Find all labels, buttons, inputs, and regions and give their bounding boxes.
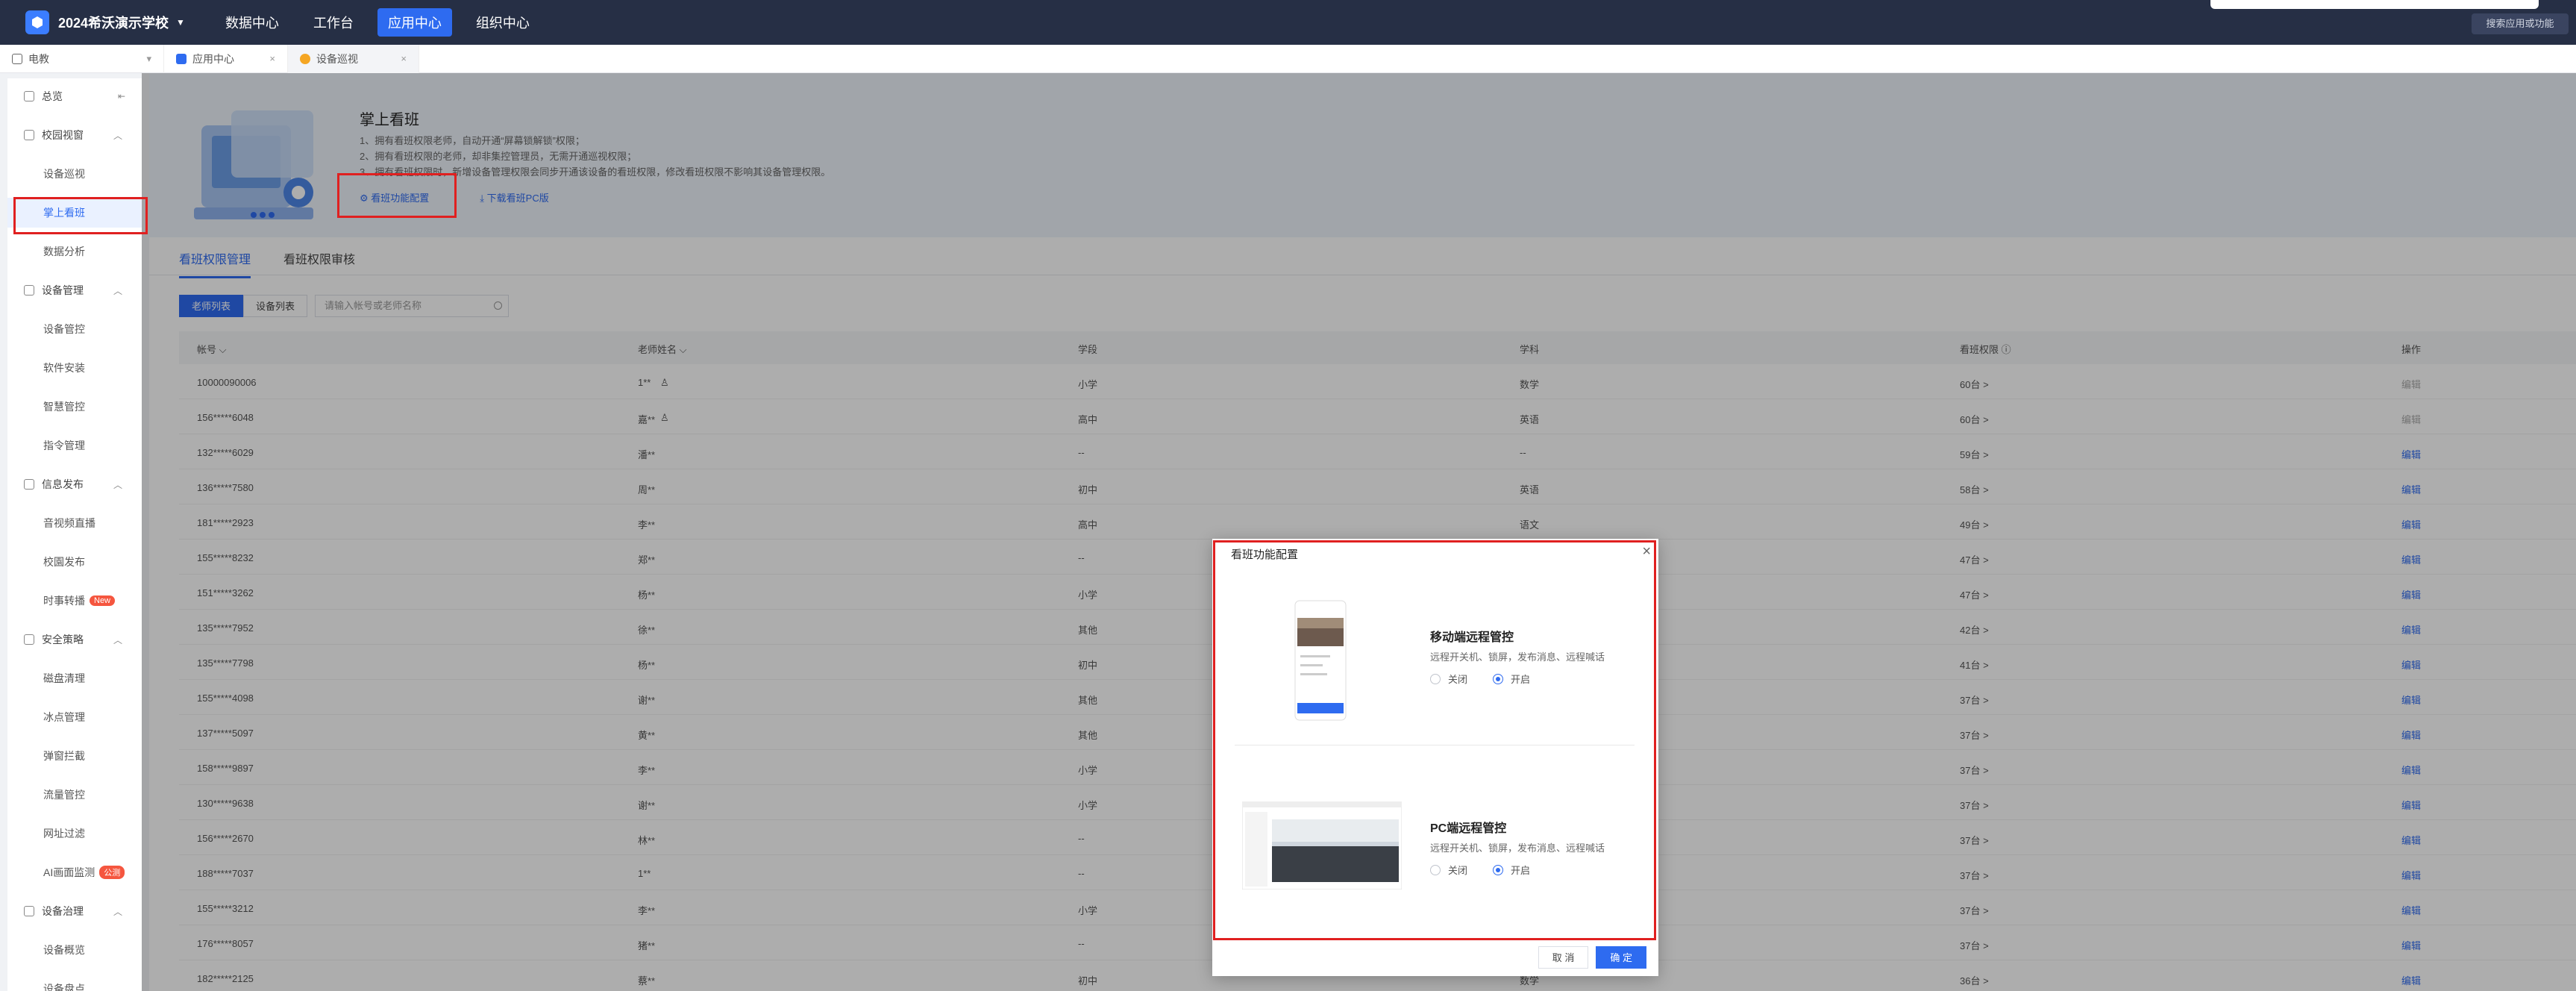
sidebar-item-url-filter[interactable]: 网址过滤 (7, 819, 142, 848)
highlight-box-sidebar (13, 197, 148, 234)
sidebar-item-software-install[interactable]: 软件安装 (7, 353, 142, 383)
confirm-button[interactable]: 确 定 (1596, 946, 1646, 969)
sidebar-overview[interactable]: 总览 ⇤ (7, 81, 142, 111)
sidebar-item-device-control[interactable]: 设备管控 (7, 314, 142, 344)
sidebar-item-popup-block[interactable]: 弹窗拦截 (7, 741, 142, 771)
sidebar-item-label: 设备治理 (42, 905, 84, 917)
grid-icon (176, 53, 187, 64)
sidebar-item-command-mgmt[interactable]: 指令管理 (7, 431, 142, 460)
highlight-box-config-link (337, 173, 457, 218)
tab-label: 设备巡视 (316, 52, 358, 65)
close-icon[interactable]: × (401, 53, 407, 64)
tab-label: 应用中心 (192, 52, 234, 65)
sidebar-item-label: 信息发布 (42, 478, 84, 490)
sidebar-item-label: 设备巡视 (43, 168, 85, 180)
sidebar-group-device-mgmt[interactable]: 设备管理 ︿ (7, 275, 142, 305)
sidebar-item-label: 时事转播 (43, 595, 85, 607)
sidebar-group-info-publish[interactable]: 信息发布 ︿ (7, 469, 142, 499)
sidebar-item-device-inventory[interactable]: 设备盘点 (7, 974, 142, 991)
new-badge: New (90, 595, 116, 606)
sidebar-item-label: 校園发布 (43, 556, 85, 568)
dialog-footer: 取 消 确 定 (1531, 946, 1646, 969)
tab-label: 电教 (28, 52, 49, 65)
chevron-up-icon: ︿ (113, 285, 122, 296)
sidebar-item-live-stream[interactable]: 音视频直播 (7, 508, 142, 538)
sidebar-group-campus-view[interactable]: 校园视窗 ︿ (7, 120, 142, 150)
sidebar-item-label: 安全策略 (42, 634, 84, 645)
sidebar-item-label: 流量管控 (43, 789, 85, 801)
sidebar-item-label: 智慧管控 (43, 401, 85, 413)
school-logo-icon (25, 10, 49, 34)
shield-icon (24, 634, 34, 645)
sidebar-item-label: 设备盘点 (43, 983, 85, 991)
tab-device-patrol[interactable]: 设备巡视 × (288, 44, 419, 73)
chevron-down-icon[interactable]: ▾ (146, 53, 151, 65)
sidebar-item-smart-control[interactable]: 智慧管控 (7, 392, 142, 422)
chevron-up-icon: ︿ (113, 634, 122, 645)
sidebar-item-label: 软件安装 (43, 362, 85, 374)
nav-workbench[interactable]: 工作台 (303, 8, 364, 37)
collapse-sidebar-icon[interactable]: ⇤ (118, 91, 125, 101)
eye-icon (300, 53, 310, 64)
caret-down-icon: ▼ (176, 17, 185, 28)
sidebar-item-label: 磁盘清理 (43, 672, 85, 684)
page-tab-bar: 电教 ▾ 应用中心 × 设备巡视 × (0, 44, 2576, 73)
beta-badge: 公测 (99, 866, 125, 879)
top-popup-panel (2210, 0, 2539, 9)
nav-data-center[interactable]: 数据中心 (215, 8, 289, 37)
cancel-button[interactable]: 取 消 (1538, 946, 1589, 969)
chevron-up-icon: ︿ (113, 479, 122, 490)
sidebar-item-news-relay[interactable]: 时事转播 New (7, 586, 142, 616)
sidebar-item-label: 指令管理 (43, 440, 85, 451)
sidebar-item-label: 设备管控 (43, 323, 85, 335)
app-search-input[interactable]: 搜索应用或功能 (2472, 13, 2569, 34)
sidebar-item-disk-cleanup[interactable]: 磁盘清理 (7, 663, 142, 693)
sidebar-item-label: 网址过滤 (43, 828, 85, 840)
governance-icon (24, 906, 34, 916)
nav-app-center[interactable]: 应用中心 (377, 8, 452, 37)
tab-dianjiao[interactable]: 电教 ▾ (0, 44, 164, 73)
sidebar-item-device-overview[interactable]: 设备概览 (7, 935, 142, 965)
top-bar: 2024希沃演示学校 ▼ 数据中心 工作台 应用中心 组织中心 搜索应用或功能 (0, 0, 2576, 45)
sidebar-item-label: 弹窗拦截 (43, 750, 85, 762)
chevron-up-icon: ︿ (113, 130, 122, 141)
highlight-box-dialog (1213, 540, 1656, 940)
sidebar-group-security[interactable]: 安全策略 ︿ (7, 625, 142, 654)
sidebar-item-label: AI画面监测 (43, 866, 95, 878)
sidebar-item-label: 设备概览 (43, 944, 85, 956)
sidebar-item-ai-monitor[interactable]: AI画面监测 公测 (7, 857, 142, 887)
sidebar-item-freeze-mgmt[interactable]: 冰点管理 (7, 702, 142, 732)
monitor-icon (12, 53, 22, 64)
sidebar-item-label: 数据分析 (43, 246, 85, 257)
sidebar-item-label: 总览 (42, 90, 63, 102)
sidebar-item-data-analysis[interactable]: 数据分析 (7, 237, 142, 266)
sidebar-item-label: 音视频直播 (43, 517, 95, 529)
school-name: 2024希沃演示学校 (58, 16, 169, 31)
chevron-up-icon: ︿ (113, 906, 122, 917)
sidebar-item-device-patrol[interactable]: 设备巡视 (7, 159, 142, 189)
sidebar-item-label: 设备管理 (42, 284, 84, 296)
overview-icon (24, 91, 34, 101)
info-publish-icon (24, 479, 34, 490)
nav-org-center[interactable]: 组织中心 (466, 8, 540, 37)
sidebar-group-device-governance[interactable]: 设备治理 ︿ (7, 896, 142, 926)
sidebar-item-label: 冰点管理 (43, 711, 85, 723)
campus-view-icon (24, 130, 34, 140)
sidebar-item-traffic-control[interactable]: 流量管控 (7, 780, 142, 810)
close-icon[interactable]: × (269, 53, 275, 64)
sidebar-item-label: 校园视窗 (42, 129, 84, 141)
school-switcher[interactable]: 2024希沃演示学校 ▼ (25, 10, 185, 34)
tab-app-center[interactable]: 应用中心 × (164, 44, 288, 73)
sidebar-item-campus-publish[interactable]: 校園发布 (7, 547, 142, 577)
top-nav: 数据中心 工作台 应用中心 组织中心 (215, 8, 554, 37)
device-mgmt-icon (24, 285, 34, 296)
